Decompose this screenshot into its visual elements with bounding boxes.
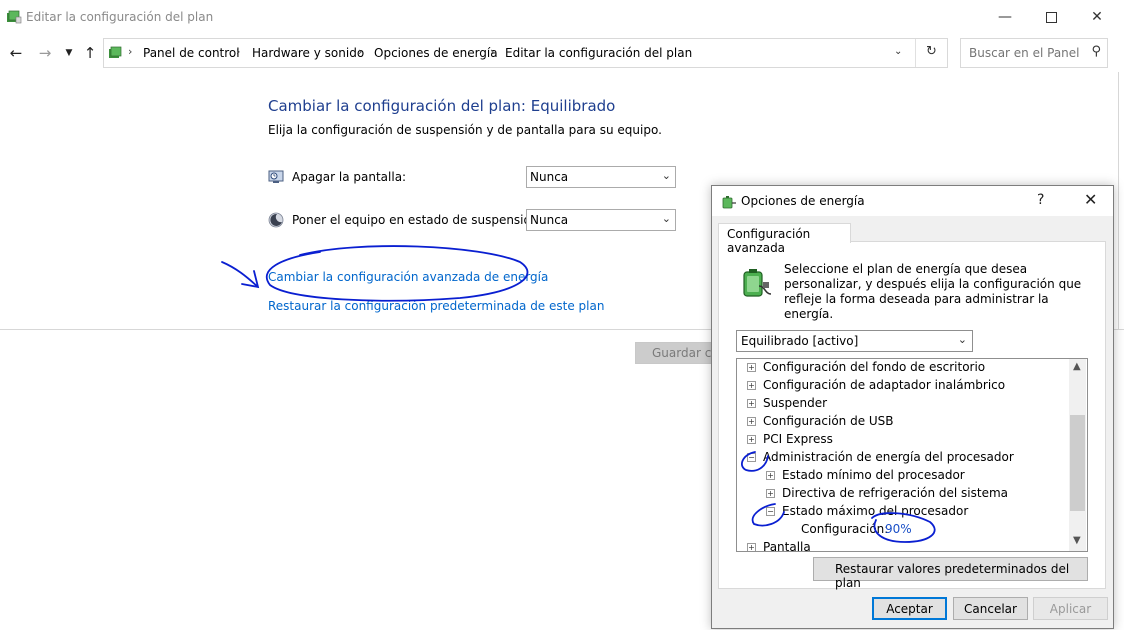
chevron-down-icon: ⌄ [661,212,671,225]
expand-icon[interactable]: + [766,471,775,480]
power-options-dialog: Opciones de energía ? ✕ Configuración av… [711,185,1114,629]
max-processor-state-value[interactable]: 90% [885,522,912,536]
dialog-close-button[interactable]: ✕ [1084,190,1097,209]
scroll-down-icon[interactable]: ▼ [1073,535,1081,546]
tree-item-label: Suspender [763,396,828,410]
collapse-icon[interactable]: − [747,453,756,462]
instructions-text: Seleccione el plan de energía que desea … [784,262,1082,321]
accept-button[interactable]: Aceptar [872,597,947,620]
expand-icon[interactable]: + [747,435,756,444]
expand-icon[interactable]: + [747,417,756,426]
apply-button[interactable]: Aplicar [1033,597,1108,620]
breadcrumb-item[interactable]: Panel de control [143,46,240,60]
back-button[interactable]: ← [7,44,25,62]
restore-defaults-link[interactable]: Restaurar la configuración predeterminad… [268,299,604,313]
navigation-bar: ← → ▼ ↑ › Panel de control › Hardware y … [0,34,1124,72]
window-title: Editar la configuración del plan [26,10,214,24]
tree-item-label: Directiva de refrigeración del sistema [782,486,1008,500]
maximize-icon [1045,11,1057,23]
chevron-down-icon: ⌄ [661,169,671,182]
tree-scrollbar[interactable]: ▲ ▼ [1069,359,1086,551]
screen-off-label: Apagar la pantalla: [292,170,407,184]
expand-icon[interactable]: + [766,489,775,498]
expand-icon[interactable]: + [747,381,756,390]
plan-select[interactable]: Equilibrado [activo] ⌄ [736,330,973,352]
screen-off-value: Nunca [530,170,569,184]
refresh-icon[interactable]: ↻ [926,44,937,59]
sleep-select[interactable]: Nunca ⌄ [526,209,676,231]
dialog-title: Opciones de energía [741,194,865,208]
content-edge [1118,72,1119,330]
save-changes-label: Guardar ca [652,346,719,360]
tab-advanced-settings[interactable]: Configuración avanzada [718,223,851,255]
tree-item-label: Estado máximo del procesador [782,504,969,518]
cancel-button[interactable]: Cancelar [953,597,1028,620]
minimize-icon: — [998,9,1012,25]
tree-item-label: Configuración de adaptador inalámbrico [763,378,1006,392]
control-panel-icon [7,10,22,24]
close-icon: ✕ [1091,9,1103,25]
scrollbar-thumb[interactable] [1070,415,1085,511]
monitor-clock-icon [268,170,284,183]
tree-item-label: Estado mínimo del procesador [782,468,965,482]
forward-button[interactable]: → [36,44,54,62]
expand-icon[interactable]: + [747,399,756,408]
address-bar[interactable]: › Panel de control › Hardware y sonido ›… [103,38,948,68]
control-panel-icon [109,46,122,58]
screen-off-select[interactable]: Nunca ⌄ [526,166,676,188]
search-input[interactable] [967,45,1083,61]
tree-item-label: Pantalla [763,540,811,552]
close-icon: ✕ [1084,190,1098,209]
address-dropdown-icon[interactable]: ⌄ [894,46,902,57]
sleep-label: Poner el equipo en estado de suspensión: [292,213,543,227]
tree-setting-label: Configuración: [801,522,889,536]
scroll-up-icon[interactable]: ▲ [1073,361,1081,372]
tree-item-label: Administración de energía del procesador [763,450,1014,464]
chevron-down-icon: ⌄ [957,333,967,346]
cancel-label: Cancelar [964,602,1017,616]
arrow-right-icon: → [38,44,52,62]
breadcrumb-separator-icon: › [128,45,133,58]
restore-plan-defaults-label: Restaurar valores predeterminados del pl… [835,562,1070,590]
accept-label: Aceptar [886,602,933,616]
breadcrumb-item[interactable]: Hardware y sonido [252,46,364,60]
window-titlebar: Editar la configuración del plan — ✕ [0,0,1124,34]
tree-item-label: PCI Express [763,432,833,446]
recent-locations-button[interactable]: ▼ [60,44,78,62]
battery-plan-icon [743,269,772,297]
search-icon[interactable]: ⚲ [1091,44,1101,59]
arrow-up-icon: ↑ [83,44,97,62]
collapse-icon[interactable]: − [766,507,775,516]
breadcrumb-item[interactable]: Editar la configuración del plan [505,46,692,60]
arrow-left-icon: ← [9,44,23,62]
minimize-button[interactable]: — [982,0,1028,34]
expand-icon[interactable]: + [747,363,756,372]
moon-icon [268,212,284,228]
page-title: Cambiar la configuración del plan: Equil… [268,97,616,115]
power-options-icon [722,196,736,209]
tab-label: Configuración avanzada [727,227,811,255]
up-button[interactable]: ↑ [81,44,99,62]
apply-label: Aplicar [1049,602,1092,616]
plan-select-value: Equilibrado [activo] [741,334,859,348]
search-box[interactable]: ⚲ [960,38,1108,68]
settings-tree[interactable]: + Configuración del fondo de escritorio … [736,358,1088,552]
sleep-value: Nunca [530,213,569,227]
tree-item-label: Configuración del fondo de escritorio [763,360,986,374]
breadcrumb-separator-icon: › [236,45,241,58]
breadcrumb-item[interactable]: Opciones de energía [374,46,498,60]
page-subtitle: Elija la configuración de suspensión y d… [268,123,662,137]
breadcrumb-separator-icon: › [358,45,363,58]
restore-plan-defaults-button[interactable]: Restaurar valores predeterminados del pl… [813,557,1088,590]
breadcrumb-separator-icon: › [490,45,495,58]
expand-icon[interactable]: + [747,543,756,551]
close-button[interactable]: ✕ [1074,0,1120,34]
tree-item-label: Configuración de USB [763,414,894,428]
maximize-button[interactable] [1028,0,1074,34]
help-button[interactable]: ? [1037,192,1044,208]
advanced-settings-link[interactable]: Cambiar la configuración avanzada de ene… [268,270,548,284]
address-divider [915,39,916,67]
chevron-down-icon: ▼ [65,48,73,58]
